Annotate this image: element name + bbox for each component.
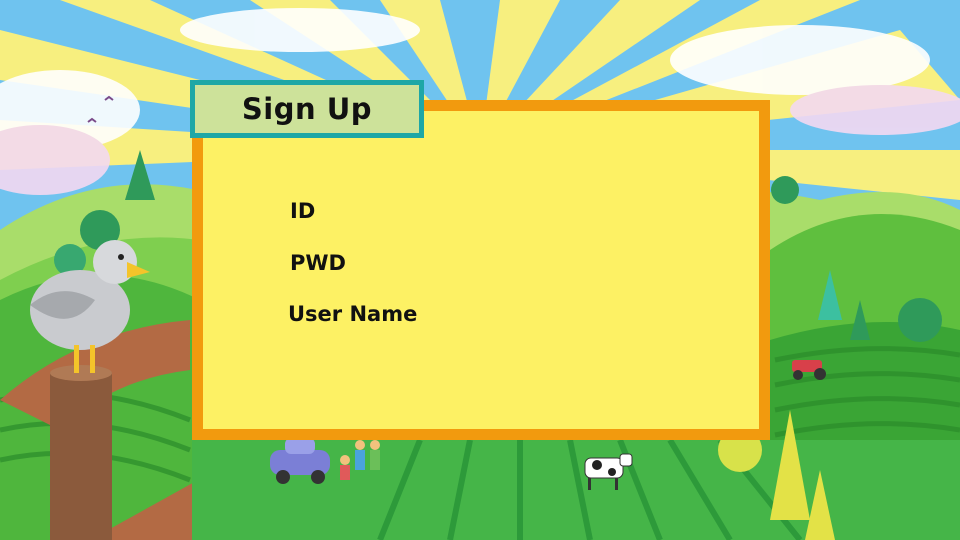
id-label: ID bbox=[290, 199, 316, 223]
id-field-row: ID bbox=[290, 197, 632, 225]
pwd-label: PWD bbox=[290, 251, 346, 275]
sign-up-title-tab: Sign Up bbox=[190, 80, 424, 138]
sign-up-title: Sign Up bbox=[241, 92, 373, 126]
pwd-field-row: PWD bbox=[290, 249, 662, 277]
id-input[interactable] bbox=[327, 197, 632, 225]
pwd-input[interactable] bbox=[358, 249, 662, 277]
username-field-row: User Name bbox=[288, 300, 674, 328]
username-label: User Name bbox=[288, 302, 418, 326]
username-input[interactable] bbox=[429, 300, 674, 328]
